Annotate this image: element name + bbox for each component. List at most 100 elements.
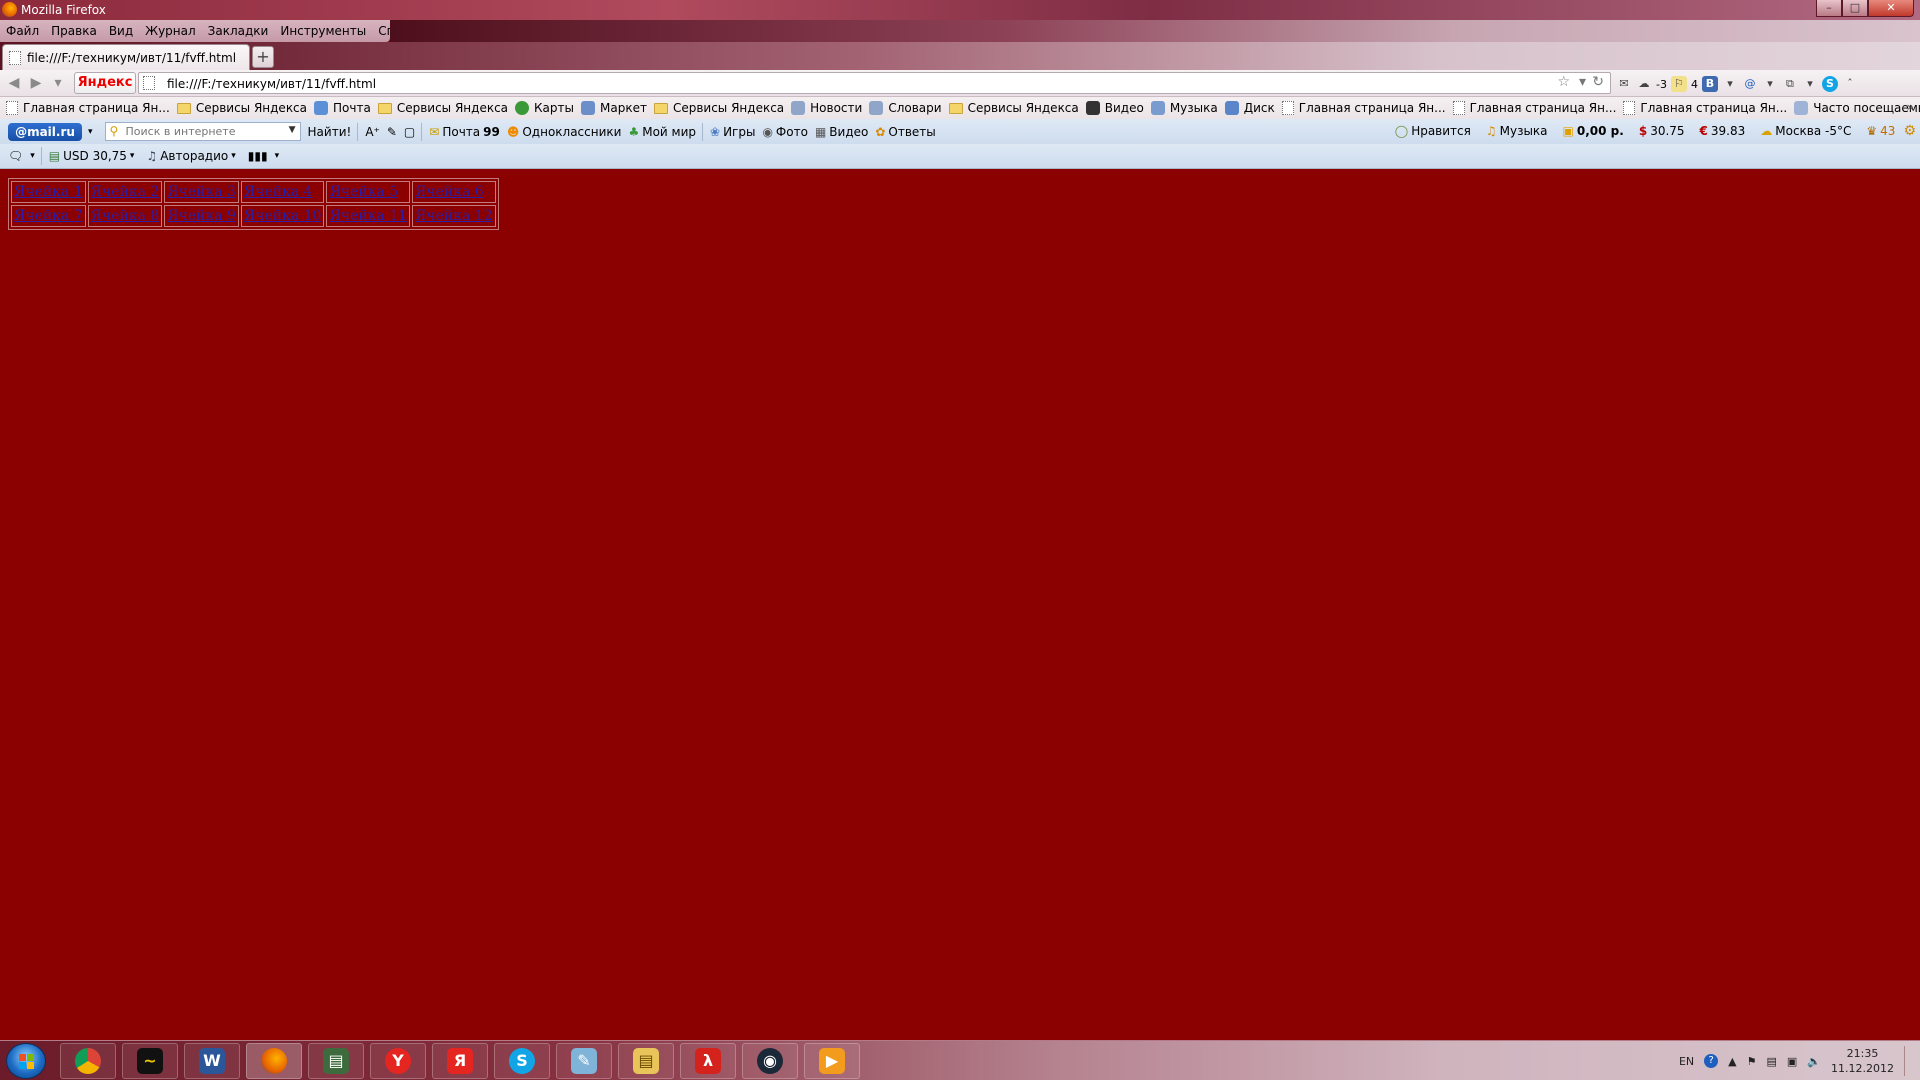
- flag-icon[interactable]: ⚑: [1747, 1055, 1757, 1068]
- chevron-down-icon[interactable]: ▾: [275, 151, 280, 161]
- bookmark-item[interactable]: Главная страница Ян...: [1623, 101, 1787, 115]
- bookmark-star-icon[interactable]: ☆: [1557, 74, 1570, 90]
- cell-link[interactable]: Ячейка 3: [167, 184, 236, 200]
- mailru-logo[interactable]: @mail.ru: [8, 122, 82, 141]
- taskbar-app[interactable]: Я: [432, 1043, 488, 1079]
- odnoklassniki-button[interactable]: ☻ Одноклассники: [507, 125, 622, 139]
- settings-gear-icon[interactable]: ⚙: [1903, 123, 1916, 139]
- skype-icon[interactable]: S: [1821, 76, 1838, 92]
- weather-widget[interactable]: ☁ Москва -5°C: [1760, 124, 1851, 138]
- taskbar-app[interactable]: [60, 1043, 116, 1079]
- close-button[interactable]: ✕: [1868, 0, 1914, 17]
- bookmark-item[interactable]: Сервисы Яндекса: [377, 101, 508, 115]
- mail-envelope-icon[interactable]: ✉: [1616, 76, 1632, 92]
- taskbar-app[interactable]: ▤: [618, 1043, 674, 1079]
- bookmark-item[interactable]: Маркет: [581, 101, 647, 115]
- cell-link[interactable]: Ячейка 5: [329, 184, 398, 200]
- bookmark-item[interactable]: Диск: [1224, 101, 1275, 115]
- taskbar-app[interactable]: ▶: [804, 1043, 860, 1079]
- taskbar-app[interactable]: ▤: [308, 1043, 364, 1079]
- video-button[interactable]: ▦ Видео: [815, 125, 868, 139]
- eur-rate-widget[interactable]: € 39.83: [1700, 124, 1746, 138]
- highlight-pen-icon[interactable]: ✎: [387, 125, 397, 139]
- taskbar-app[interactable]: ◉: [742, 1043, 798, 1079]
- bookmark-item[interactable]: Карты: [515, 101, 574, 115]
- volume-icon[interactable]: 🔈: [1807, 1055, 1821, 1068]
- bookmarks-overflow-icon[interactable]: »: [1907, 100, 1914, 114]
- currency-widget[interactable]: ▤ USD 30,75 ▾: [49, 149, 135, 163]
- games-button[interactable]: ❀ Игры: [710, 125, 755, 139]
- radio-widget[interactable]: ♫ Авторадио ▾: [146, 149, 235, 163]
- reload-icon[interactable]: ↻: [1592, 74, 1604, 90]
- answers-button[interactable]: ✿ Ответы: [875, 125, 935, 139]
- chevron-down-icon[interactable]: ▾: [231, 151, 236, 161]
- music-button[interactable]: ♫ Музыка: [1486, 124, 1548, 138]
- cell-link[interactable]: Ячейка 11: [329, 208, 407, 224]
- chat-bubble-icon[interactable]: 🗨: [8, 149, 23, 163]
- notification-widget[interactable]: ♛ 43: [1866, 124, 1895, 138]
- taskbar-app[interactable]: S: [494, 1043, 550, 1079]
- bookmark-item[interactable]: Видео: [1085, 101, 1144, 115]
- chevron-down-icon[interactable]: ▾: [130, 151, 135, 161]
- bookmark-item[interactable]: Главная страница Ян...: [1281, 101, 1446, 115]
- taskbar-app[interactable]: λ: [680, 1043, 736, 1079]
- vkontakte-icon[interactable]: B: [1701, 76, 1718, 92]
- menu-view[interactable]: Вид: [109, 24, 133, 38]
- bookmark-item[interactable]: Словари: [869, 101, 942, 115]
- clock[interactable]: 21:35 11.12.2012: [1831, 1046, 1894, 1076]
- photo-button[interactable]: ◉ Фото: [762, 125, 808, 139]
- taskbar-app[interactable]: ~: [122, 1043, 178, 1079]
- taskbar-app[interactable]: W: [184, 1043, 240, 1079]
- taskbar-app[interactable]: ✎: [556, 1043, 612, 1079]
- dropdown-icon[interactable]: ▾: [1762, 76, 1778, 92]
- cell-link[interactable]: Ячейка 7: [14, 208, 83, 224]
- url-bar[interactable]: file:///F:/техникум/ивт/11/fvff.html ☆ ▾…: [138, 72, 1611, 94]
- monitor-icon[interactable]: ▣: [1787, 1055, 1797, 1068]
- page-search-icon[interactable]: ▢: [404, 125, 415, 139]
- mail-button[interactable]: ✉ Почта 99: [429, 125, 500, 139]
- forward-arrow-icon[interactable]: ▶: [28, 75, 44, 91]
- back-arrow-icon[interactable]: ◀: [6, 75, 22, 91]
- bookmark-item[interactable]: Главная страница Ян...: [6, 101, 170, 115]
- cell-link[interactable]: Ячейка 2: [91, 184, 160, 200]
- mail-at-icon[interactable]: @: [1742, 76, 1758, 92]
- start-button[interactable]: [6, 1043, 46, 1079]
- network-icon[interactable]: ▤: [1767, 1055, 1777, 1068]
- bookmark-item[interactable]: Новости: [791, 101, 862, 115]
- search-input[interactable]: [125, 124, 286, 139]
- bookmark-item[interactable]: Почта: [314, 101, 371, 115]
- usd-rate-widget[interactable]: $ 30.75: [1639, 124, 1685, 138]
- mailru-search-box[interactable]: ⚲ ▼: [104, 122, 301, 141]
- new-tab-button[interactable]: +: [252, 46, 274, 68]
- chevron-down-icon[interactable]: ▾: [88, 127, 93, 137]
- menu-tools[interactable]: Инструменты: [280, 24, 366, 38]
- find-button[interactable]: Найти!: [308, 125, 352, 139]
- balance-widget[interactable]: ▣ 0,00 р.: [1563, 124, 1624, 138]
- yandex-button[interactable]: Яндекс: [74, 72, 136, 94]
- bookmark-item[interactable]: Сервисы Яндекса: [653, 101, 784, 115]
- cell-link[interactable]: Ячейка 4: [244, 184, 313, 200]
- help-icon[interactable]: ?: [1704, 1054, 1719, 1068]
- url-dropdown-icon[interactable]: ▾: [1579, 74, 1586, 90]
- notifications-icon[interactable]: ⚐: [1670, 76, 1687, 92]
- language-indicator[interactable]: EN: [1679, 1055, 1694, 1068]
- cell-link[interactable]: Ячейка 12: [415, 208, 493, 224]
- cell-link[interactable]: Ячейка 9: [167, 208, 236, 224]
- dropdown-icon[interactable]: ▾: [1802, 76, 1818, 92]
- bookmark-item[interactable]: Сервисы Яндекса: [948, 101, 1079, 115]
- collapse-icon[interactable]: ˆ: [1842, 76, 1858, 92]
- likes-button[interactable]: ◯ Нравится: [1395, 124, 1471, 138]
- menu-file[interactable]: Файл: [6, 24, 39, 38]
- signal-bars-icon[interactable]: ▮▮▮: [248, 149, 268, 163]
- cell-link[interactable]: Ячейка 10: [244, 208, 322, 224]
- cell-link[interactable]: Ячейка 1: [14, 184, 83, 200]
- weather-cloud-icon[interactable]: ☁: [1636, 76, 1652, 92]
- text-size-icon[interactable]: A⁺: [365, 125, 380, 139]
- menu-edit[interactable]: Правка: [51, 24, 97, 38]
- cell-link[interactable]: Ячейка 8: [91, 208, 160, 224]
- chevron-down-icon[interactable]: ▾: [30, 151, 35, 161]
- menu-history[interactable]: Журнал: [145, 24, 196, 38]
- share-icon[interactable]: ⧉: [1782, 76, 1798, 92]
- bookmark-item[interactable]: Часто посещаемые: [1794, 101, 1920, 115]
- taskbar-app[interactable]: Y: [370, 1043, 426, 1079]
